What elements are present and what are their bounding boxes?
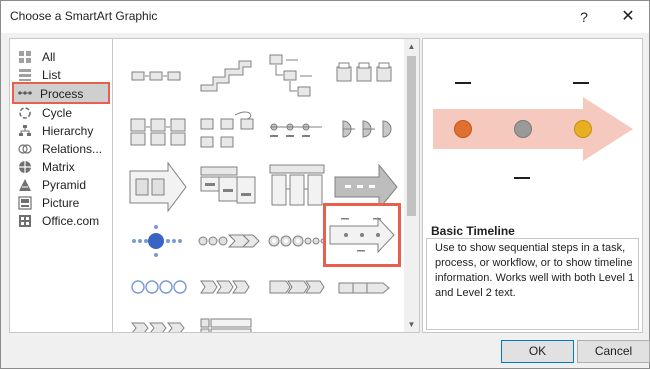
preview-graphic xyxy=(433,82,633,179)
pyramid-icon xyxy=(19,179,31,191)
category-label: Process xyxy=(40,87,84,101)
category-label: Cycle xyxy=(42,106,73,120)
category-hierarchy[interactable]: Hierarchy xyxy=(14,122,108,140)
layout-vertical-chevron[interactable] xyxy=(126,317,192,332)
scroll-up-icon[interactable]: ▲ xyxy=(404,39,419,54)
layout-description-box: Use to show sequential steps in a task, … xyxy=(426,238,639,330)
layout-process-list[interactable] xyxy=(195,313,261,332)
timeline-label-1 xyxy=(455,82,471,84)
category-relationship[interactable]: Relations... xyxy=(14,140,108,158)
layout-basic-process[interactable] xyxy=(126,47,192,103)
smartart-dialog: Choose a SmartArt Graphic ? ✕ All List P… xyxy=(0,0,650,369)
layout-increasing-arrows[interactable] xyxy=(333,271,399,327)
layout-name: Basic Timeline xyxy=(431,224,515,238)
layout-chevron-arrow[interactable] xyxy=(126,159,192,215)
timeline-label-3 xyxy=(573,82,589,84)
process-icon xyxy=(18,91,32,95)
relationship-icon xyxy=(18,144,32,154)
matrix-icon xyxy=(19,161,31,173)
category-label: List xyxy=(42,68,61,82)
layout-pentagon-process[interactable] xyxy=(264,271,330,327)
layout-circle-process[interactable] xyxy=(264,105,330,161)
category-all[interactable]: All xyxy=(14,48,108,66)
category-label: Pyramid xyxy=(42,178,87,192)
help-button[interactable]: ? xyxy=(569,4,599,30)
category-label: Picture xyxy=(42,196,80,210)
category-label: Relations... xyxy=(42,142,103,156)
cycle-icon xyxy=(19,107,31,119)
layout-step-up-process[interactable] xyxy=(195,47,261,103)
hierarchy-icon xyxy=(19,125,31,136)
category-cycle[interactable]: Cycle xyxy=(14,104,108,122)
cancel-button[interactable]: Cancel xyxy=(577,340,650,363)
gallery-scrollbar[interactable]: ▲ ▼ xyxy=(404,39,419,332)
layout-bead-process[interactable] xyxy=(195,213,261,269)
timeline-dot-3 xyxy=(574,120,592,138)
category-label: All xyxy=(42,50,56,64)
timeline-dot-1 xyxy=(454,120,472,138)
layout-basic-timeline[interactable] xyxy=(323,203,401,267)
timeline-label-2 xyxy=(514,177,530,179)
category-matrix[interactable]: Matrix xyxy=(14,158,108,176)
layout-repeating-bending[interactable] xyxy=(195,105,261,161)
layout-converging-circles[interactable] xyxy=(126,213,192,269)
layout-gallery xyxy=(113,38,420,333)
all-icon xyxy=(19,51,31,63)
category-pyramid[interactable]: Pyramid xyxy=(14,176,108,194)
layout-alternating-flow[interactable] xyxy=(126,105,192,161)
category-label: Hierarchy xyxy=(42,124,94,138)
category-label: Matrix xyxy=(42,160,75,174)
scroll-thumb[interactable] xyxy=(407,56,416,216)
ok-button[interactable]: OK xyxy=(501,340,574,363)
picture-icon xyxy=(18,196,32,210)
category-list: All List Process Cycle Hierarchy Relatio… xyxy=(9,38,113,333)
layout-description: Use to show sequential steps in a task, … xyxy=(435,242,635,299)
layout-step-down-process[interactable] xyxy=(264,47,330,103)
dialog-title: Choose a SmartArt Graphic xyxy=(10,9,158,23)
layout-arc-process[interactable] xyxy=(333,105,399,161)
category-picture[interactable]: Picture xyxy=(14,194,108,212)
category-label: Office.com xyxy=(42,214,100,228)
layout-segmented-process[interactable] xyxy=(264,159,330,215)
title-bar: Choose a SmartArt Graphic ? ✕ xyxy=(1,1,649,33)
close-button[interactable]: ✕ xyxy=(613,4,643,30)
layout-accent-process[interactable] xyxy=(333,47,399,103)
preview-pane: Basic Timeline Use to show sequential st… xyxy=(422,38,643,333)
scroll-down-icon[interactable]: ▼ xyxy=(404,317,419,332)
layout-staggered-process[interactable] xyxy=(195,159,261,215)
list-icon xyxy=(19,69,31,81)
timeline-dot-2 xyxy=(514,120,532,138)
layout-spiral-gear[interactable] xyxy=(264,213,330,269)
category-office-com[interactable]: Office.com xyxy=(14,212,108,230)
category-process[interactable]: Process xyxy=(12,82,110,104)
office-com-icon xyxy=(19,215,31,227)
